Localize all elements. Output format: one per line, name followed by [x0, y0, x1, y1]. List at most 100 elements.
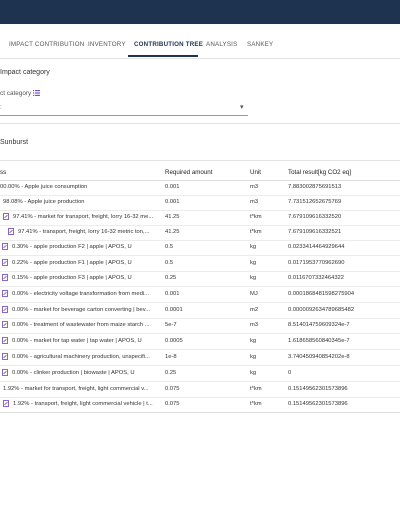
row-amount: 0.075: [165, 386, 180, 392]
table-row[interactable]: 0.00% - market for beverage carton conve…: [0, 303, 400, 319]
row-name: 0.00% - treatment of wastewater from mai…: [12, 322, 150, 328]
tab-analysis[interactable]: ANALYSIS: [206, 41, 237, 48]
impact-category-field-label: ct category: [0, 90, 32, 97]
row-unit: m2: [250, 307, 259, 313]
process-icon: [2, 353, 8, 360]
row-name: 0.30% - apple production F2 | apple | AP…: [12, 244, 132, 250]
row-amount: 0.5: [165, 244, 174, 250]
chevron-down-icon[interactable]: ▾: [240, 103, 244, 111]
row-amount: 5e-7: [165, 322, 177, 328]
process-icon: [2, 337, 8, 344]
row-name: 1.92% - transport, freight, light commer…: [13, 401, 153, 407]
row-result: 0.15149562301573896: [288, 401, 348, 407]
row-unit: kg: [250, 370, 257, 376]
tab-inventory[interactable]: INVENTORY: [88, 41, 126, 48]
row-result: 7.731512652675769: [288, 199, 342, 205]
table-row[interactable]: 0.00% - market for tap water | tap water…: [0, 334, 400, 350]
row-unit: kg: [250, 275, 257, 281]
row-result: 7.883002875691513: [288, 184, 342, 190]
process-icon: [2, 321, 8, 328]
column-header-unit[interactable]: Unit: [250, 169, 261, 176]
process-icon: [2, 369, 8, 376]
table-row[interactable]: 97.41% - market for transport, freight, …: [0, 210, 400, 226]
row-name: 0.00% - electricity voltage transformati…: [12, 291, 149, 297]
view-label: Sunburst: [0, 139, 29, 146]
row-result: 0: [288, 370, 292, 376]
row-result: 1.618658560840345e-7: [288, 338, 350, 344]
row-result: 7.679109616332520: [288, 214, 342, 220]
row-unit: MJ: [250, 291, 258, 297]
app-header-bar: [0, 0, 400, 24]
row-name: 98.08% - Apple juice production: [3, 199, 85, 205]
table-row[interactable]: 0.00% - agricultural machinery productio…: [0, 350, 400, 366]
row-name: 0.00% - market for beverage carton conve…: [12, 307, 151, 313]
row-amount: 41.25: [165, 229, 180, 235]
row-name: 1.92% - market for transport, freight, l…: [3, 386, 149, 392]
table-row[interactable]: 0.00% - electricity voltage transformati…: [0, 287, 400, 303]
row-amount: 0.001: [165, 291, 180, 297]
row-unit: t*km: [250, 229, 262, 235]
row-name: 0.00% - agricultural machinery productio…: [12, 354, 150, 360]
table-row[interactable]: 97.41% - transport, freight, lorry 16-32…: [0, 225, 400, 241]
table-row[interactable]: 0.15% - apple production F3 | apple | AP…: [0, 271, 400, 287]
process-icon: [2, 243, 8, 250]
table-row[interactable]: 0.22% - apple production F1 | apple | AP…: [0, 256, 400, 272]
row-unit: kg: [250, 244, 257, 250]
row-result: 0.0171953770962690: [288, 260, 345, 266]
row-result: 0.0000092634789685482: [288, 307, 355, 313]
row-unit: kg: [250, 260, 257, 266]
tab-contribution-tree[interactable]: CONTRIBUTION TREE: [134, 41, 203, 48]
table-header: ss Required amount Unit Total result[kg …: [0, 164, 400, 181]
column-header-result[interactable]: Total result[kg CO2 eq]: [288, 169, 351, 176]
process-icon: [8, 228, 14, 235]
table-top-border: [0, 160, 400, 161]
table-row[interactable]: 1.92% - transport, freight, light commer…: [0, 397, 400, 413]
column-header-name[interactable]: ss: [0, 169, 6, 176]
row-name: 00.00% - Apple juice consumption: [0, 184, 88, 190]
row-result: 0.15149562301573896: [288, 386, 348, 392]
table-row[interactable]: 0.30% - apple production F2 | apple | AP…: [0, 240, 400, 256]
row-name: 97.41% - market for transport, freight, …: [13, 214, 154, 220]
row-amount: 1e-8: [165, 354, 177, 360]
process-icon: [3, 213, 9, 220]
table-bottom-border: [0, 412, 400, 413]
table-row[interactable]: 0.00% - clinker production | biowaste | …: [0, 366, 400, 382]
section-divider: [0, 123, 400, 124]
row-amount: 0.25: [165, 370, 177, 376]
tab-impact-contribution[interactable]: IMPACT CONTRIBUTION: [9, 41, 84, 48]
impact-category-select[interactable]: [0, 115, 248, 116]
row-name: 0.00% - clinker production | biowaste | …: [12, 370, 135, 376]
row-name: 0.15% - apple production F3 | apple | AP…: [12, 275, 132, 281]
column-header-amount[interactable]: Required amount: [165, 169, 212, 176]
row-amount: 0.075: [165, 401, 180, 407]
row-amount: 0.001: [165, 199, 180, 205]
row-result: 8.514014759609324e-7: [288, 322, 350, 328]
row-result: 0.0001868481598275904: [288, 291, 355, 297]
row-unit: m3: [250, 322, 259, 328]
table-row[interactable]: 0.00% - treatment of wastewater from mai…: [0, 318, 400, 334]
row-unit: kg: [250, 338, 257, 344]
impact-category-heading: Impact category: [0, 69, 50, 76]
tab-sankey[interactable]: SANKEY: [247, 41, 273, 48]
row-name: 0.22% - apple production F1 | apple | AP…: [12, 260, 132, 266]
row-unit: m3: [250, 184, 259, 190]
row-unit: m3: [250, 199, 259, 205]
table-row[interactable]: 00.00% - Apple juice consumption 0.001 m3 7…: [0, 180, 400, 196]
process-icon: [2, 274, 8, 281]
process-icon: [2, 290, 8, 297]
impact-category-select-value[interactable]: :: [0, 104, 2, 111]
table-row[interactable]: 98.08% - Apple juice production 0.001 m3 7.…: [0, 195, 400, 211]
row-unit: t*km: [250, 386, 262, 392]
list-icon[interactable]: [33, 90, 40, 96]
row-amount: 0.0001: [165, 307, 183, 313]
row-unit: kg: [250, 354, 257, 360]
row-name: 0.00% - market for tap water | tap water…: [12, 338, 142, 344]
row-amount: 0.001: [165, 184, 180, 190]
row-amount: 0.25: [165, 275, 177, 281]
row-result: 0.0116707332464322: [288, 275, 344, 281]
row-unit: t*km: [250, 214, 262, 220]
process-icon: [2, 259, 8, 266]
process-icon: [3, 400, 9, 407]
tab-bar: IMPACT CONTRIBUTION INVENTORY CONTRIBUTI…: [0, 36, 400, 59]
table-row[interactable]: 1.92% - market for transport, freight, l…: [0, 382, 400, 398]
